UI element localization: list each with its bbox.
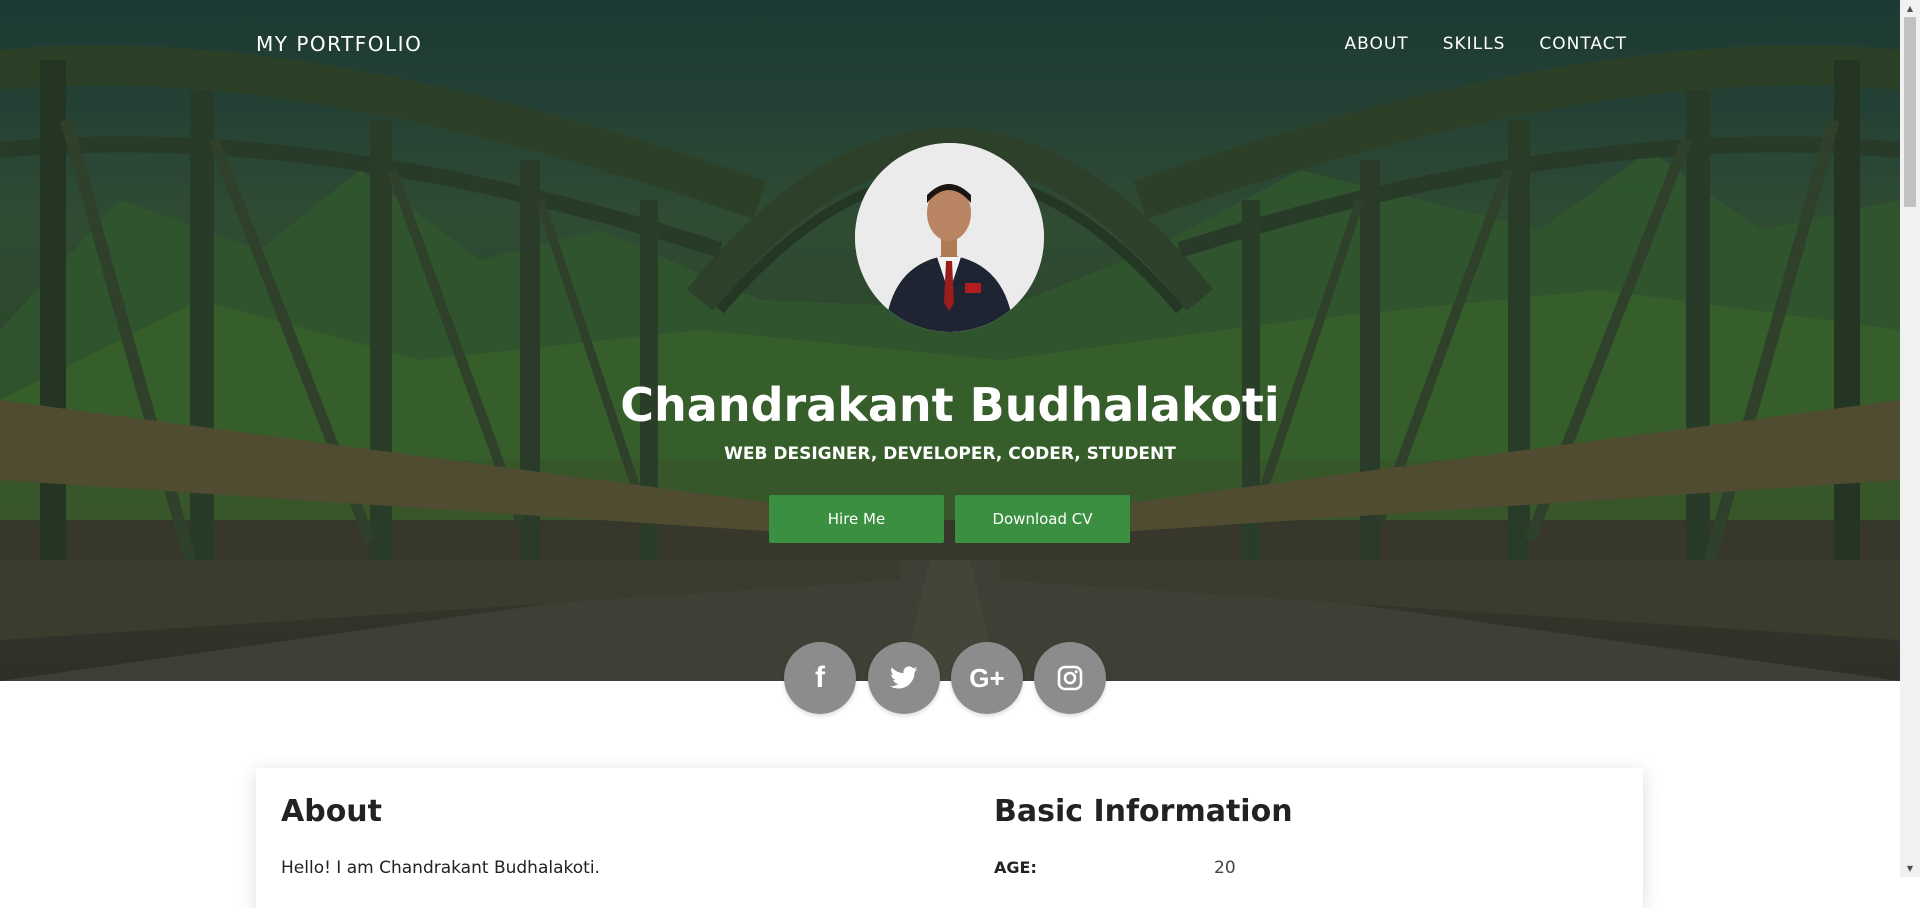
scrollbar-thumb[interactable]	[1904, 17, 1916, 207]
hero-name: Chandrakant Budhalakoti	[620, 378, 1280, 432]
page-scrollbar[interactable]: ▲ ▼	[1900, 0, 1920, 877]
top-navbar: MY PORTFOLIO ABOUT SKILLS CONTACT	[0, 0, 1900, 86]
google-plus-icon: G+	[969, 662, 1005, 693]
download-cv-button[interactable]: Download CV	[955, 495, 1130, 543]
person-portrait-image	[855, 143, 1044, 332]
instagram-icon	[1057, 665, 1083, 691]
hero-section: MY PORTFOLIO ABOUT SKILLS CONTACT Chandr…	[0, 0, 1900, 681]
profile-photo	[855, 143, 1044, 332]
facebook-icon: f	[815, 661, 825, 694]
age-value: 20	[1214, 858, 1236, 878]
brand-logo[interactable]: MY PORTFOLIO	[256, 32, 422, 56]
about-title: About	[281, 794, 383, 829]
basic-info-title: Basic Information	[994, 794, 1293, 829]
nav-link-about[interactable]: ABOUT	[1344, 34, 1408, 54]
nav-link-contact[interactable]: CONTACT	[1539, 34, 1627, 54]
scroll-down-arrow-icon[interactable]: ▼	[1900, 860, 1920, 877]
hero-subtitle: WEB DESIGNER, DEVELOPER, CODER, STUDENT	[724, 444, 1176, 464]
twitter-icon	[890, 666, 918, 689]
hire-me-button[interactable]: Hire Me	[769, 495, 944, 543]
hero-overlay	[0, 0, 1900, 681]
google-plus-button[interactable]: G+	[951, 642, 1023, 714]
twitter-button[interactable]	[868, 642, 940, 714]
instagram-button[interactable]	[1034, 642, 1106, 714]
facebook-button[interactable]: f	[784, 642, 856, 714]
scroll-up-arrow-icon[interactable]: ▲	[1900, 0, 1920, 17]
age-label: AGE:	[994, 858, 1037, 877]
nav-links: ABOUT SKILLS CONTACT	[1344, 34, 1627, 54]
nav-link-skills[interactable]: SKILLS	[1443, 34, 1506, 54]
about-card: About Hello! I am Chandrakant Budhalakot…	[256, 768, 1643, 908]
about-text: Hello! I am Chandrakant Budhalakoti.	[281, 858, 600, 878]
